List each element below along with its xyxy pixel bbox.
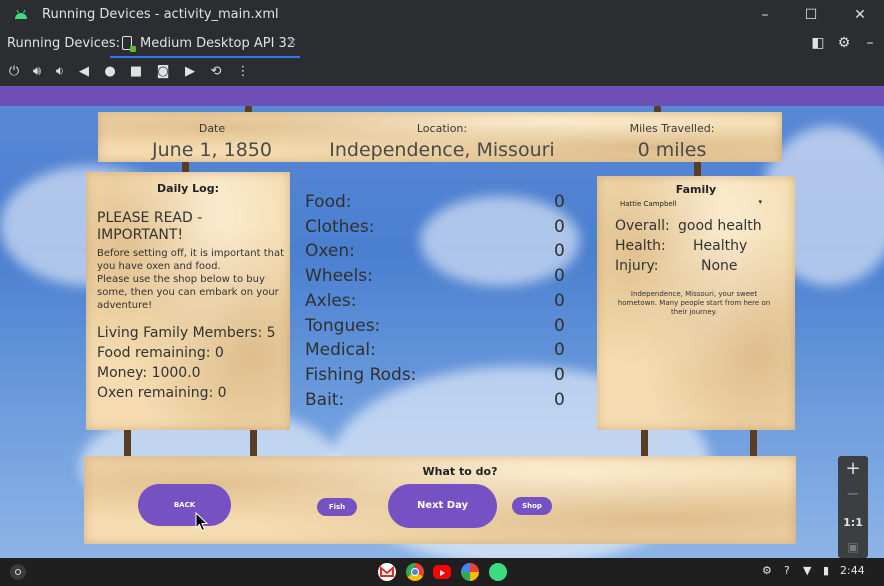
inventory-medical-label: Medical: bbox=[305, 340, 376, 360]
zoom-in-button[interactable]: + bbox=[838, 458, 868, 479]
log-stat-family: Living Family Members: 5 bbox=[97, 325, 276, 341]
hide-icon[interactable]: – bbox=[862, 35, 878, 51]
family-injury-label: Injury: bbox=[615, 258, 659, 274]
window-titlebar: Running Devices - activity_main.xml – ☐ … bbox=[0, 0, 884, 30]
sign-post bbox=[124, 426, 131, 460]
gear-icon[interactable]: ⚙ bbox=[836, 35, 852, 51]
miles-value: 0 miles bbox=[637, 139, 707, 161]
shop-button[interactable]: Shop bbox=[512, 497, 552, 515]
overview-icon[interactable]: ■ bbox=[127, 63, 145, 81]
volume-down-icon[interactable]: 🔉︎ bbox=[51, 63, 69, 81]
android-studio-icon[interactable] bbox=[489, 563, 507, 581]
android-icon bbox=[15, 9, 27, 19]
log-stat-food: Food remaining: 0 bbox=[97, 345, 224, 361]
volume-up-icon[interactable]: 🔊︎ bbox=[28, 63, 46, 81]
back-button[interactable]: BACK bbox=[138, 484, 231, 526]
inventory-food-label: Food: bbox=[305, 192, 352, 212]
help-icon[interactable]: ? bbox=[784, 564, 790, 577]
inventory-medical-value: 0 bbox=[554, 340, 565, 360]
device-icon bbox=[122, 36, 136, 52]
close-button[interactable]: ✕ bbox=[850, 5, 870, 25]
home-icon[interactable]: ● bbox=[101, 63, 119, 81]
next-day-button[interactable]: Next Day bbox=[388, 484, 497, 528]
family-overall-value: good health bbox=[678, 218, 762, 234]
date-label: Date bbox=[198, 122, 226, 135]
more-icon[interactable]: ⋮ bbox=[234, 63, 252, 81]
maximize-button[interactable]: ☐ bbox=[801, 5, 821, 25]
running-devices-label: Running Devices: bbox=[7, 36, 121, 51]
log-stat-oxen: Oxen remaining: 0 bbox=[97, 385, 227, 401]
inventory-tongues-label: Tongues: bbox=[305, 316, 381, 336]
actions-title: What to do? bbox=[422, 465, 498, 478]
settings-tray-icon[interactable]: ⚙ bbox=[762, 564, 772, 577]
zoom-out-button[interactable]: − bbox=[838, 484, 868, 503]
youtube-icon[interactable] bbox=[433, 565, 451, 579]
window-title: Running Devices - activity_main.xml bbox=[42, 7, 279, 22]
clock[interactable]: 2:44 bbox=[840, 564, 865, 577]
inventory-axles-label: Axles: bbox=[305, 291, 357, 311]
zoom-actual-button[interactable]: 1:1 bbox=[838, 516, 868, 529]
inventory-wheels-label: Wheels: bbox=[305, 266, 373, 286]
family-health-value: Healthy bbox=[693, 238, 748, 254]
inventory-fishing-rods-value: 0 bbox=[554, 365, 565, 385]
screen-record-icon[interactable]: ▶ bbox=[181, 63, 199, 81]
chromeos-shelf: ⚙ ? ▼ ▮ 2:44 bbox=[0, 558, 884, 586]
screenshot-icon[interactable]: ◙ bbox=[154, 63, 172, 81]
device-screen[interactable]: Date June 1, 1850 Location: Independence… bbox=[0, 86, 884, 558]
chevron-down-icon: ▾ bbox=[758, 198, 762, 206]
inventory-food-value: 0 bbox=[554, 192, 565, 212]
tab-label: Medium Desktop API 32 bbox=[140, 36, 296, 51]
family-health-label: Health: bbox=[615, 238, 666, 254]
inventory-axles-value: 0 bbox=[554, 291, 565, 311]
reset-icon[interactable]: ⟲ bbox=[207, 63, 225, 81]
zoom-controls: + − 1:1 ▣ bbox=[838, 456, 868, 558]
chrome-icon[interactable] bbox=[406, 563, 424, 581]
power-icon[interactable]: ⏻ bbox=[5, 63, 23, 81]
date-value: June 1, 1850 bbox=[152, 139, 272, 161]
mouse-cursor-icon bbox=[195, 512, 209, 532]
inventory-tongues-value: 0 bbox=[554, 316, 565, 336]
family-overall-label: Overall: bbox=[615, 218, 670, 234]
wifi-icon[interactable]: ▼ bbox=[803, 564, 811, 577]
inventory-oxen-label: Oxen: bbox=[305, 241, 355, 261]
sign-post bbox=[250, 426, 257, 460]
sign-post bbox=[750, 426, 757, 460]
tab-bar: Running Devices: Medium Desktop API 32 ×… bbox=[0, 30, 884, 58]
fish-button[interactable]: Fish bbox=[317, 498, 357, 516]
layout-icon[interactable]: ◧ bbox=[810, 35, 826, 51]
location-value: Independence, Missouri bbox=[329, 139, 555, 161]
family-title: Family bbox=[675, 183, 717, 196]
sign-post bbox=[641, 426, 648, 460]
log-heading: PLEASE READ - IMPORTANT! bbox=[97, 210, 203, 243]
tab-close-icon[interactable]: × bbox=[287, 35, 297, 49]
inventory-clothes-value: 0 bbox=[554, 217, 565, 237]
inventory-clothes-label: Clothes: bbox=[305, 217, 375, 237]
app-bar bbox=[0, 86, 884, 106]
family-member-dropdown[interactable]: Hattie Campbell ▾ bbox=[616, 198, 766, 212]
tab-device[interactable]: Medium Desktop API 32 × bbox=[110, 30, 300, 58]
gmail-icon[interactable] bbox=[378, 563, 396, 581]
daily-log-title: Daily Log: bbox=[157, 182, 219, 195]
family-description: Independence, Missouri, your sweet homet… bbox=[617, 290, 771, 316]
log-message: Before setting off, it is important that… bbox=[97, 248, 285, 311]
battery-icon[interactable]: ▮ bbox=[823, 564, 829, 577]
inventory-fishing-rods-label: Fishing Rods: bbox=[305, 365, 417, 385]
launcher-button[interactable] bbox=[10, 564, 26, 580]
back-icon[interactable]: ◀ bbox=[75, 63, 93, 81]
inventory-bait-value: 0 bbox=[554, 390, 565, 410]
family-injury-value: None bbox=[701, 258, 738, 274]
location-label: Location: bbox=[416, 122, 468, 135]
family-member-selected: Hattie Campbell bbox=[620, 200, 677, 208]
fit-screen-icon[interactable]: ▣ bbox=[838, 540, 868, 554]
inventory-bait-label: Bait: bbox=[305, 390, 345, 410]
inventory-oxen-value: 0 bbox=[554, 241, 565, 261]
inventory-wheels-value: 0 bbox=[554, 266, 565, 286]
photos-icon[interactable] bbox=[461, 563, 479, 581]
minimize-button[interactable]: – bbox=[755, 5, 775, 25]
device-toolbar: ⏻ 🔊︎ 🔉︎ ◀ ● ■ ◙ ▶ ⟲ ⋮ bbox=[0, 58, 884, 86]
miles-label: Miles Travelled: bbox=[629, 122, 715, 135]
log-stat-money: Money: 1000.0 bbox=[97, 365, 201, 381]
